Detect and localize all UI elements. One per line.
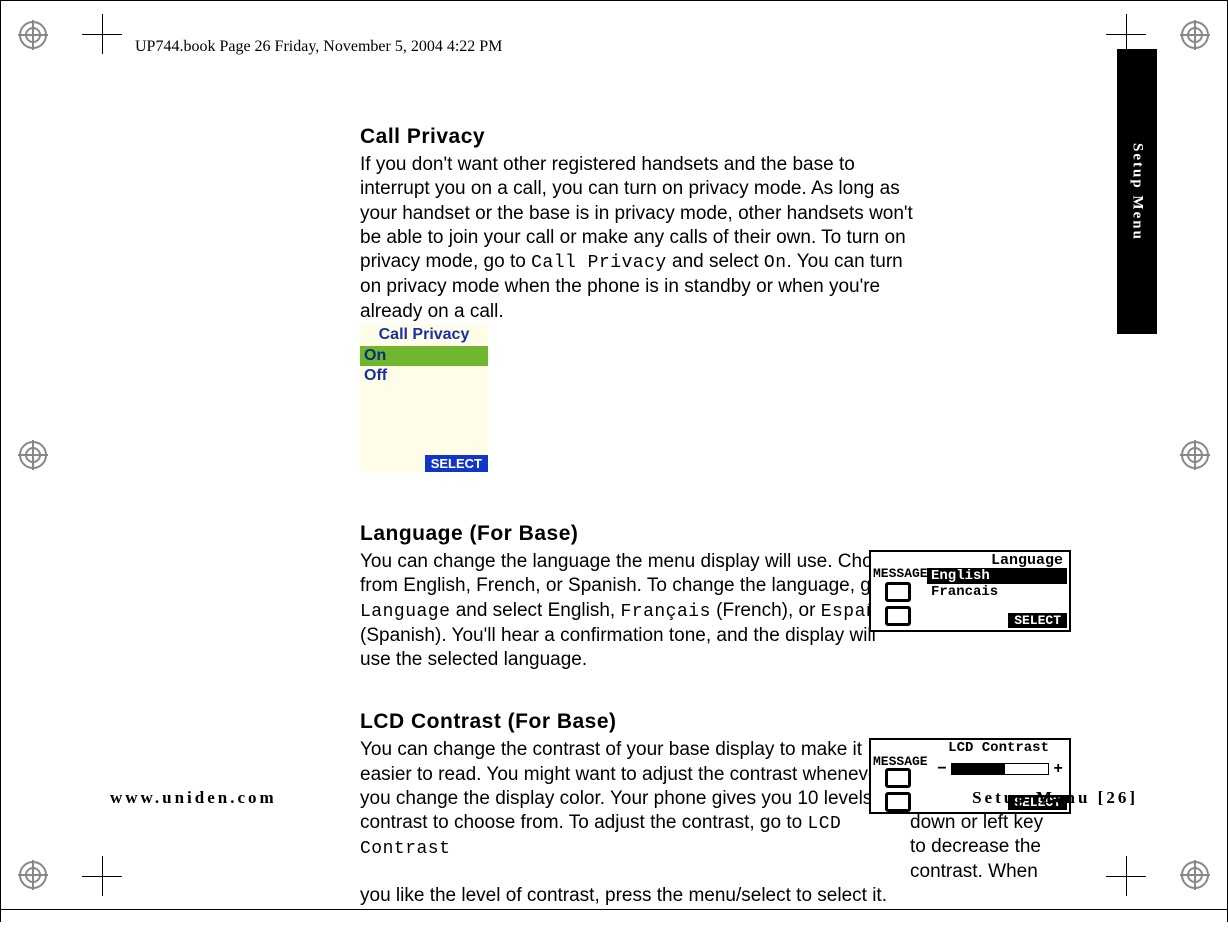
page-content: Call Privacy If you don't want other reg… (360, 125, 1065, 946)
contrast-track (951, 763, 1050, 775)
register-target-icon (18, 20, 48, 50)
page-footer: www.uniden.com Setup Menu [26] (110, 788, 1138, 808)
heading-call-privacy: Call Privacy (360, 125, 1065, 149)
paragraph-call-privacy: If you don't want other registered hands… (360, 153, 925, 324)
document-header: UP744.book Page 26 Friday, November 5, 2… (135, 38, 502, 56)
section-tab: Setup Menu (1117, 49, 1157, 334)
screen-title: LCD Contrast (948, 740, 1049, 756)
section-language: Language (For Base) You can change the l… (360, 522, 1065, 672)
screen-call-privacy: Call Privacy On Off SELECT (360, 324, 488, 484)
heading-lcd-contrast: LCD Contrast (For Base) (360, 710, 1065, 734)
crop-mark-icon (1106, 856, 1146, 896)
menu-ref-call-privacy: Call Privacy (531, 253, 667, 273)
contrast-bar: − + (937, 760, 1063, 778)
paragraph-language: You can change the language the menu dis… (360, 550, 910, 672)
plus-icon: + (1053, 760, 1063, 778)
section-call-privacy: Call Privacy If you don't want other reg… (360, 125, 1065, 484)
footer-url: www.uniden.com (110, 788, 277, 808)
menu-ref-language: Language (360, 602, 450, 622)
register-target-icon (1180, 440, 1210, 470)
select-button-label: SELECT (425, 455, 488, 472)
menu-ref-francais: Français (620, 602, 710, 622)
select-button-label: SELECT (1008, 613, 1067, 628)
crop-mark-icon (1106, 14, 1146, 54)
option-off: Off (360, 366, 488, 386)
screen-title: Call Privacy (360, 324, 488, 346)
option-francais: Francais (927, 584, 1067, 600)
contrast-fill (952, 764, 1005, 774)
message-icon-label: MESSAGE (873, 754, 928, 769)
crop-mark-icon (82, 14, 122, 54)
message-icon-label: MESSAGE (873, 566, 928, 581)
crop-mark-icon (82, 856, 122, 896)
section-lcd-contrast: LCD Contrast (For Base) You can change t… (360, 710, 1065, 908)
register-target-icon (1180, 20, 1210, 50)
screen-title: Language (991, 552, 1063, 569)
menu-ref-on: On (764, 253, 787, 273)
register-target-icon (1180, 860, 1210, 890)
section-tab-label: Setup Menu (1129, 143, 1146, 241)
register-target-icon (18, 440, 48, 470)
footer-section-page: Setup Menu [26] (972, 788, 1138, 808)
option-on: On (360, 346, 488, 366)
minus-icon: − (937, 760, 947, 778)
heading-language: Language (For Base) (360, 522, 1065, 546)
option-english: English (927, 568, 1067, 584)
tape-icon (885, 582, 915, 624)
screen-language: Language MESSAGE English Francais SELECT (869, 550, 1071, 632)
register-target-icon (18, 860, 48, 890)
